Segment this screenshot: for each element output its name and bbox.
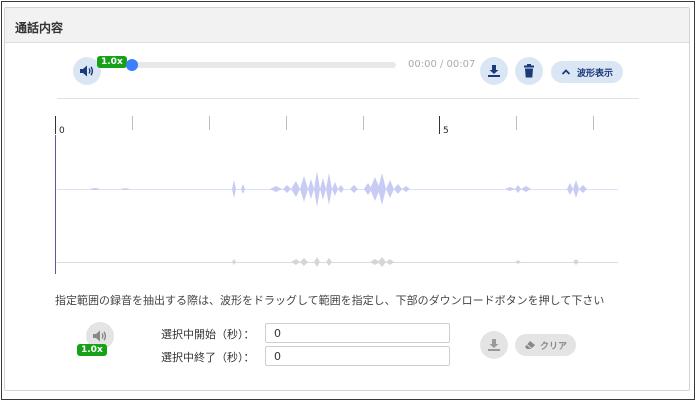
clear-selection-button[interactable]: クリア — [515, 334, 577, 356]
selection-end-label: 選択中終了（秒）： — [161, 351, 255, 364]
selection-hint-text: 指定範囲の録音を抽出する際は、波形をドラッグして範囲を指定し、下部のダウンロード… — [55, 294, 605, 307]
selection-download-button[interactable] — [480, 331, 508, 359]
volume-icon — [93, 330, 107, 342]
tick-label-0: 0 — [59, 126, 65, 136]
selection-start-label: 選択中開始（秒）： — [161, 328, 255, 341]
selection-start-input[interactable] — [265, 323, 450, 343]
download-icon — [488, 339, 500, 351]
selection-end-input[interactable] — [265, 346, 450, 366]
eraser-icon — [525, 341, 535, 349]
timeline-ruler — [132, 116, 594, 130]
tick-label-5: 5 — [443, 126, 449, 136]
selection-speed-badge[interactable]: 1.0x — [77, 344, 107, 356]
clear-selection-label: クリア — [540, 341, 568, 352]
